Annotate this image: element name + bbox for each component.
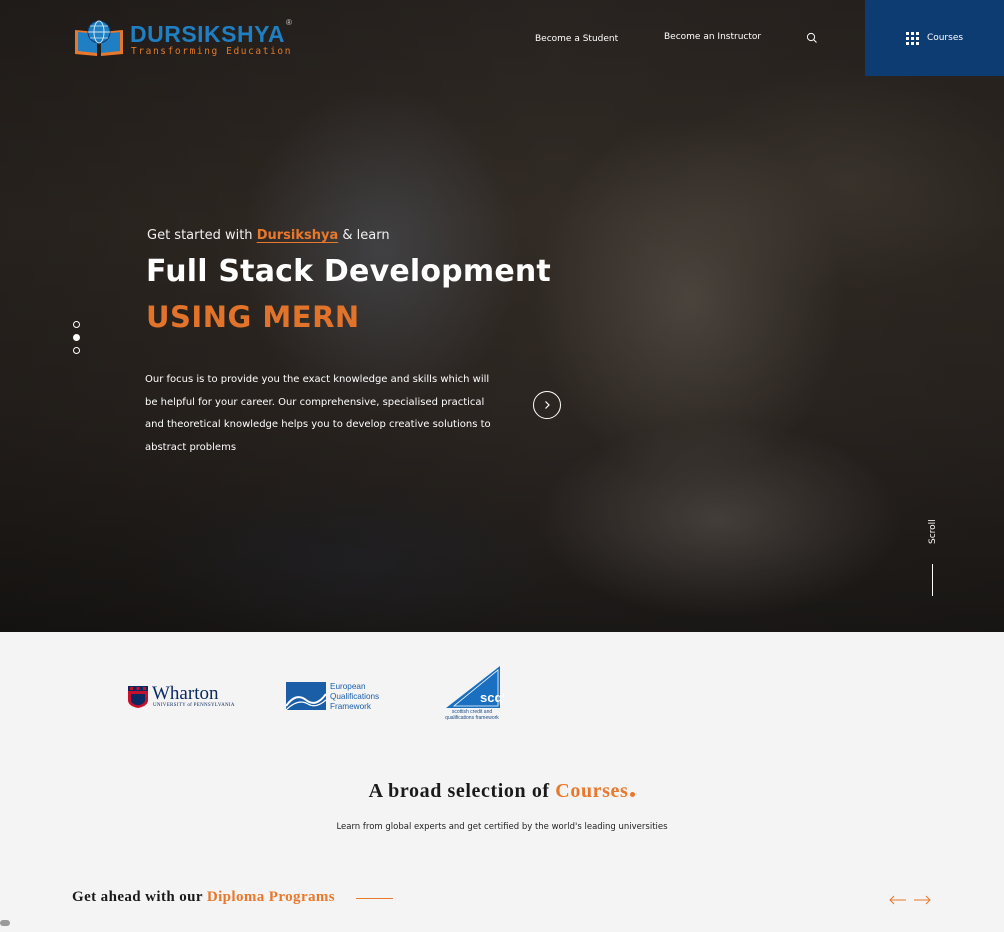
- wharton-shield-icon: [128, 686, 148, 708]
- slide-dot-1[interactable]: [73, 321, 80, 328]
- diploma-prefix: Get ahead with our: [72, 889, 203, 905]
- courses-title-prefix: A broad selection of: [368, 780, 550, 802]
- eqf-line-1: European: [330, 682, 366, 691]
- arrow-right-icon: [914, 895, 931, 905]
- courses-title-accent: Courses: [555, 780, 629, 802]
- diploma-heading-rule: [356, 898, 393, 899]
- logo-wordmark: DURSIKSHYA: [130, 21, 285, 47]
- partner-logo-scqf: scqf scottish credit and qualifications …: [440, 666, 507, 724]
- eqf-mark-icon: [286, 682, 326, 710]
- logo-book-globe-icon: [75, 20, 123, 56]
- svg-text:scqf: scqf: [480, 690, 504, 705]
- eqf-line-3: Framework: [330, 702, 371, 711]
- diploma-accent: Diploma Programs: [206, 889, 336, 905]
- courses-button-label: Courses: [926, 33, 964, 43]
- carousel-prev-button[interactable]: [889, 892, 907, 908]
- arrow-left-icon: [889, 895, 906, 905]
- nav-become-student[interactable]: Become a Student: [535, 34, 618, 44]
- scroll-indicator-label: Scroll: [928, 519, 938, 544]
- scqf-text: scottish credit and qualifications frame…: [440, 709, 504, 721]
- wharton-name: Wharton: [152, 683, 219, 704]
- hero-headline: Full Stack Development: [146, 254, 551, 289]
- eqf-text: European Qualifications Framework: [330, 682, 379, 712]
- courses-menu-button[interactable]: Courses: [865, 0, 1004, 76]
- slide-dot-3[interactable]: [73, 347, 80, 354]
- horizontal-scrollbar-thumb[interactable]: [0, 920, 10, 926]
- slide-dot-2[interactable]: [73, 334, 80, 341]
- hero-kicker: Get started with Dursikshya & learn: [147, 228, 390, 243]
- partner-logo-eqf: European Qualifications Framework: [286, 682, 396, 712]
- hero-description: Our focus is to provide you the exact kn…: [145, 374, 491, 453]
- kicker-prefix: Get started with: [147, 228, 253, 243]
- kicker-brand: Dursikshya: [256, 228, 339, 243]
- partner-logo-wharton: Wharton UNIVERSITY of PENNSYLVANIA: [128, 683, 234, 712]
- courses-section-subtitle: Learn from global experts and get certif…: [336, 822, 668, 832]
- site-logo[interactable]: DURSIKSHYA Transforming Education ®: [72, 18, 297, 60]
- nav-become-instructor[interactable]: Become an Instructor: [664, 32, 761, 42]
- search-icon[interactable]: [806, 31, 818, 43]
- slide-next-button[interactable]: [533, 391, 561, 419]
- grid-menu-icon: [905, 31, 919, 45]
- slider-pagination: [73, 321, 80, 354]
- eqf-line-2: Qualifications: [330, 692, 380, 701]
- wharton-subtitle: UNIVERSITY of PENNSYLVANIA: [153, 703, 235, 708]
- hero-section: DURSIKSHYA Transforming Education ® Beco…: [0, 0, 1004, 632]
- carousel-next-button[interactable]: [913, 892, 931, 908]
- scqf-mark-icon: scqf: [446, 666, 507, 708]
- scqf-line-2: qualifications framework: [445, 715, 499, 721]
- registered-mark: ®: [286, 18, 292, 27]
- hero-subhead: USING MERN: [146, 300, 360, 334]
- title-dot-accent: [630, 792, 636, 797]
- logo-tagline: Transforming Education: [131, 46, 293, 57]
- kicker-suffix: & learn: [342, 228, 390, 243]
- diploma-heading: Get ahead with our Diploma Programs: [72, 889, 335, 906]
- courses-section-title: A broad selection of Courses: [0, 780, 1004, 803]
- chevron-right-icon: [545, 401, 550, 409]
- scroll-indicator-line: [932, 564, 933, 596]
